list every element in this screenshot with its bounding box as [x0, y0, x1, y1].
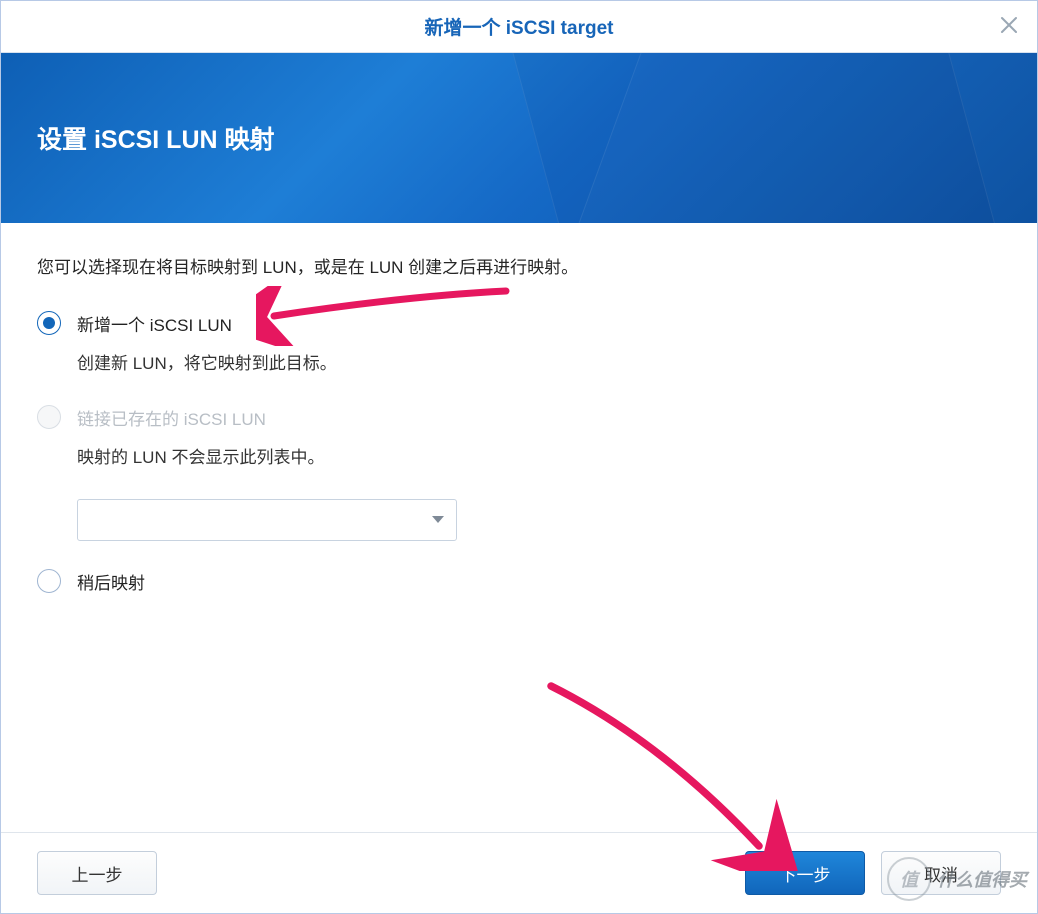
footer-right-group: 下一步 取消 — [745, 851, 1001, 895]
option-existing-lun-desc: 映射的 LUN 不会显示此列表中。 — [77, 444, 1001, 471]
radio-existing-lun — [37, 405, 61, 429]
back-button[interactable]: 上一步 — [37, 851, 157, 895]
option-create-lun-desc: 创建新 LUN，将它映射到此目标。 — [77, 350, 1001, 377]
next-button-label: 下一步 — [780, 861, 831, 886]
cancel-button-label: 取消 — [924, 861, 958, 886]
existing-lun-dropdown — [77, 499, 457, 541]
close-button[interactable] — [995, 13, 1023, 41]
wizard-footer: 上一步 下一步 取消 — [1, 832, 1037, 913]
option-existing-lun: 链接已存在的 iSCSI LUN — [37, 405, 1001, 430]
radio-map-later[interactable] — [37, 569, 61, 593]
dialog-title: 新增一个 iSCSI target — [425, 13, 614, 40]
radio-create-lun[interactable] — [37, 311, 61, 335]
dialog-window: 新增一个 iSCSI target 设置 iSCSI LUN 映射 您可以选择现… — [0, 0, 1038, 914]
wizard-step-title: 设置 iSCSI LUN 映射 — [37, 120, 275, 156]
option-map-later-label: 稍后映射 — [77, 569, 145, 594]
close-icon — [1000, 14, 1018, 40]
chevron-down-icon — [432, 516, 444, 523]
option-existing-lun-label: 链接已存在的 iSCSI LUN — [77, 405, 266, 430]
option-create-lun-label: 新增一个 iSCSI LUN — [77, 311, 232, 336]
wizard-content: 您可以选择现在将目标映射到 LUN，或是在 LUN 创建之后再进行映射。 新增一… — [1, 223, 1037, 594]
wizard-banner: 设置 iSCSI LUN 映射 — [1, 53, 1037, 223]
instruction-text: 您可以选择现在将目标映射到 LUN，或是在 LUN 创建之后再进行映射。 — [37, 255, 1001, 281]
next-button[interactable]: 下一步 — [745, 851, 865, 895]
option-map-later[interactable]: 稍后映射 — [37, 569, 1001, 594]
title-bar: 新增一个 iSCSI target — [1, 1, 1037, 53]
cancel-button[interactable]: 取消 — [881, 851, 1001, 895]
option-create-lun[interactable]: 新增一个 iSCSI LUN — [37, 311, 1001, 336]
back-button-label: 上一步 — [72, 861, 123, 886]
